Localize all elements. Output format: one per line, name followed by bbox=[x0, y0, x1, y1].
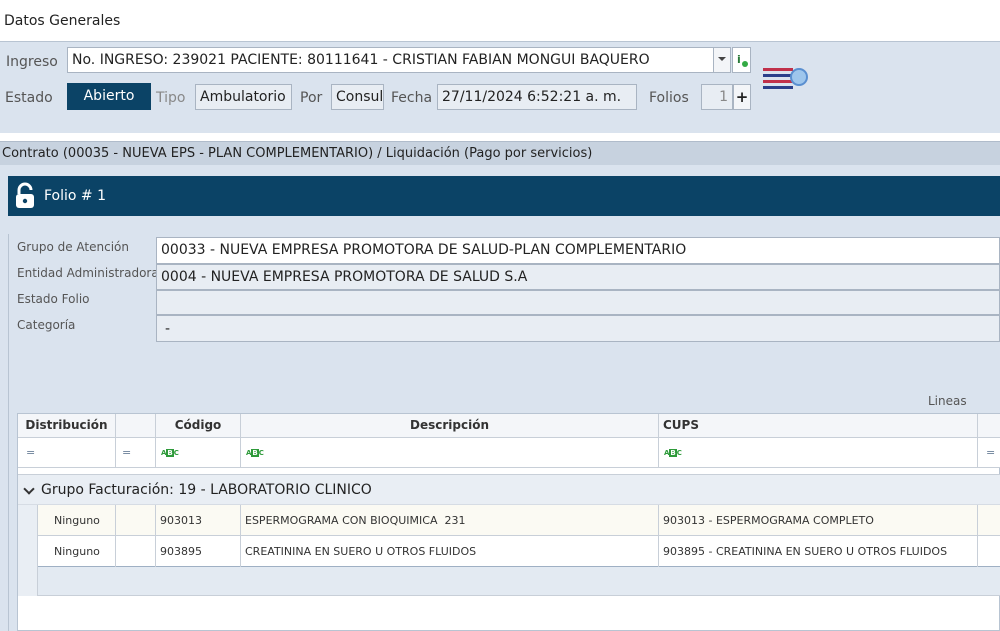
categoria-label: Categoría bbox=[17, 318, 76, 332]
cell-codigo: 903013 bbox=[156, 505, 241, 536]
equals-icon: = bbox=[122, 446, 132, 459]
folios-field[interactable]: 1 bbox=[701, 84, 733, 110]
text-filter-icon: ABC bbox=[664, 449, 682, 457]
chevron-down-icon bbox=[718, 57, 726, 61]
text-filter-icon: ABC bbox=[246, 449, 264, 457]
cell-cups: 903013 - ESPERMOGRAMA COMPLETO bbox=[659, 505, 978, 536]
entidad-field: 0004 - NUEVA EMPRESA PROMOTORA DE SALUD … bbox=[156, 264, 1000, 290]
grupo-label: Grupo de Atención bbox=[17, 240, 129, 254]
filter-distribucion[interactable]: = bbox=[18, 438, 116, 468]
fecha-field: 27/11/2024 6:52:21 a. m. bbox=[437, 84, 637, 110]
column-header-distribucion[interactable]: Distribución bbox=[18, 414, 116, 438]
column-header-blank[interactable] bbox=[116, 414, 156, 438]
table-row[interactable]: Ninguno 903013 ESPERMOGRAMA CON BIOQUIMI… bbox=[38, 505, 1000, 536]
tipo-field: Ambulatorio bbox=[195, 84, 292, 110]
cell-distribucion: Ninguno bbox=[38, 536, 116, 567]
lineas-label: Lineas bbox=[928, 394, 967, 408]
text-filter-icon: ABC bbox=[161, 449, 179, 457]
info-icon: i bbox=[737, 53, 741, 66]
group-row[interactable]: Grupo Facturación: 19 - LABORATORIO CLIN… bbox=[18, 474, 1000, 505]
table-row[interactable]: Ninguno 903895 CREATININA EN SUERO U OTR… bbox=[38, 536, 1000, 567]
cell-codigo: 903895 bbox=[156, 536, 241, 567]
equals-icon: = bbox=[26, 446, 36, 459]
column-header-cups[interactable]: CUPS bbox=[659, 414, 978, 438]
folio-header-bar: Folio # 1 bbox=[8, 176, 1000, 216]
cell-blank bbox=[116, 536, 156, 567]
group-label: Grupo Facturación: 19 - LABORATORIO CLIN… bbox=[41, 482, 372, 498]
por-label: Por bbox=[300, 90, 323, 106]
categoria-field: - bbox=[156, 315, 1000, 342]
folio-title: Folio # 1 bbox=[44, 188, 107, 204]
green-dot-icon bbox=[742, 61, 748, 67]
column-header-descripcion[interactable]: Descripción bbox=[241, 414, 659, 438]
filter-blank[interactable]: = bbox=[116, 438, 156, 468]
patient-info-button[interactable]: i bbox=[732, 47, 751, 73]
filter-codigo[interactable]: ABC bbox=[156, 438, 241, 468]
folios-label: Folios bbox=[649, 90, 689, 106]
group-footer-row bbox=[38, 567, 1000, 596]
cell-blank bbox=[116, 505, 156, 536]
filter-cups[interactable]: ABC bbox=[659, 438, 978, 468]
tipo-label: Tipo bbox=[156, 90, 186, 106]
ingreso-dropdown-button[interactable] bbox=[714, 47, 731, 73]
estado-label: Estado bbox=[5, 90, 53, 106]
filter-descripcion[interactable]: ABC bbox=[241, 438, 659, 468]
estado-folio-field bbox=[156, 290, 1000, 315]
entidad-label: Entidad Administradora bbox=[17, 266, 159, 280]
grupo-field[interactable]: 00033 - NUEVA EMPRESA PROMOTORA DE SALUD… bbox=[156, 237, 1000, 264]
grid-header-row: Distribución Código Descripción CUPS bbox=[18, 414, 1000, 438]
chevron-down-icon[interactable] bbox=[23, 483, 35, 495]
equals-icon: = bbox=[986, 446, 996, 459]
add-folio-button[interactable]: + bbox=[733, 84, 751, 110]
section-title: Datos Generales bbox=[4, 13, 121, 29]
menu-settings-icon[interactable] bbox=[763, 66, 809, 90]
filter-extra[interactable]: = bbox=[978, 438, 1000, 468]
grid-filter-row: = = ABC ABC ABC = bbox=[18, 438, 1000, 468]
fecha-label: Fecha bbox=[391, 90, 433, 106]
cell-distribucion: Ninguno bbox=[38, 505, 116, 536]
contrato-bar: Contrato (00035 - NUEVA EPS - PLAN COMPL… bbox=[0, 141, 1000, 165]
cell-cups: 903895 - CREATININA EN SUERO U OTROS FLU… bbox=[659, 536, 978, 567]
por-field: Consul bbox=[331, 84, 384, 110]
cell-descripcion: ESPERMOGRAMA CON BIOQUIMICA 231 bbox=[241, 505, 659, 536]
estado-badge: Abierto bbox=[67, 83, 151, 110]
column-header-codigo[interactable]: Código bbox=[156, 414, 241, 438]
ingreso-select[interactable]: No. INGRESO: 239021 PACIENTE: 80111641 -… bbox=[67, 47, 714, 73]
unlock-icon bbox=[13, 182, 37, 210]
cell-descripcion: CREATININA EN SUERO U OTROS FLUIDOS bbox=[241, 536, 659, 567]
group-indent bbox=[18, 505, 38, 596]
ingreso-label: Ingreso bbox=[6, 54, 58, 70]
estado-folio-label: Estado Folio bbox=[17, 292, 90, 306]
